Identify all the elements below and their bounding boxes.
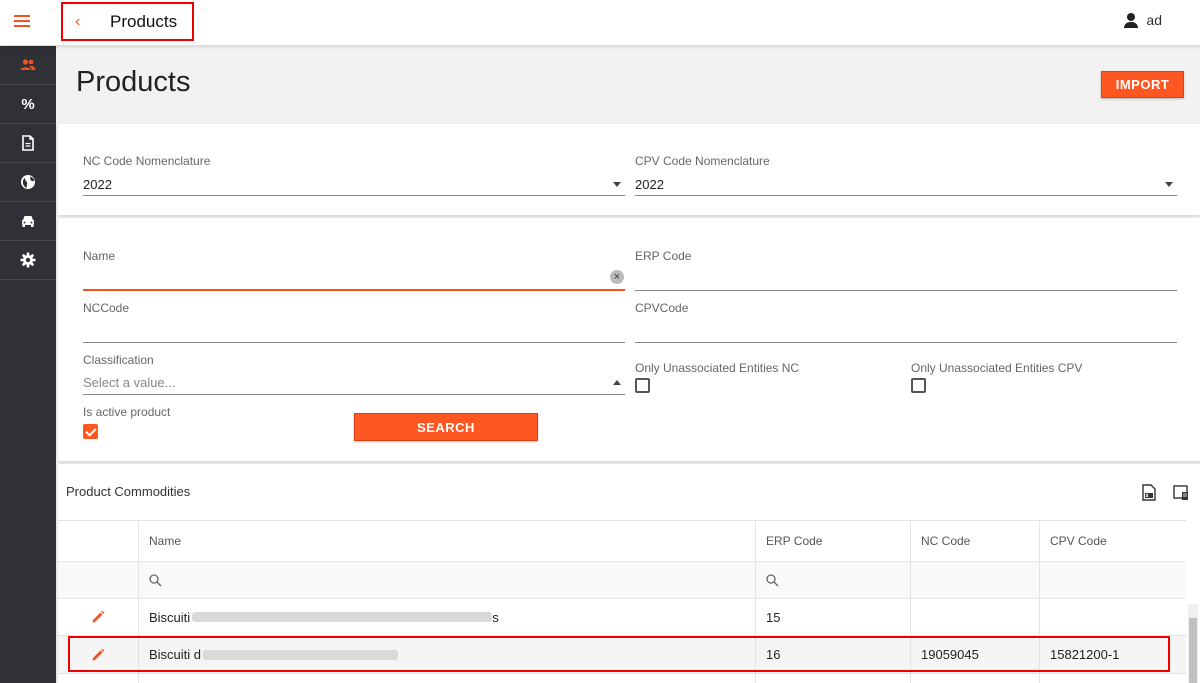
percent-icon: % [21, 95, 35, 113]
car-icon [22, 216, 34, 227]
import-button[interactable]: IMPORT [1101, 71, 1184, 98]
only-unassociated-cpv-checkbox[interactable] [911, 378, 926, 393]
cpv-code-field[interactable]: CPVCode [635, 301, 1177, 343]
column-header-cpv-code[interactable]: CPV Code [1039, 521, 1186, 561]
back-arrow-icon[interactable]: ‹ [75, 13, 80, 31]
top-bar: ‹ Products ad [0, 0, 1200, 46]
user-icon [1124, 12, 1139, 28]
classification-label: Classification [83, 353, 154, 367]
table-scrollbar[interactable] [1188, 604, 1198, 683]
nc-nomenclature-select[interactable]: NC Code Nomenclature 2022 [83, 154, 625, 196]
sidebar-item-users[interactable] [0, 46, 56, 85]
users-icon [20, 59, 36, 70]
breadcrumb: ‹ Products [61, 2, 194, 41]
column-header-erp-code[interactable]: ERP Code [755, 521, 910, 561]
only-unassociated-cpv-label: Only Unassociated Entities CPV [911, 361, 1083, 375]
sidebar-item-percent[interactable]: % [0, 85, 56, 124]
erp-code-field[interactable]: ERP Code [635, 249, 1177, 291]
sidebar-item-globe[interactable] [0, 163, 56, 202]
row-highlight-box [68, 636, 1170, 672]
chevron-down-icon [1165, 182, 1173, 187]
name-field[interactable]: Name × [83, 249, 625, 291]
sidebar-item-settings[interactable] [0, 241, 56, 280]
export-excel-icon[interactable] [1141, 484, 1157, 501]
erp-code-cell: 15 [755, 599, 910, 635]
header-title: Products [110, 12, 178, 31]
globe-icon [21, 175, 35, 189]
nc-code-label: NCCode [83, 301, 130, 315]
edit-icon[interactable] [91, 610, 105, 624]
filters-card: Name × ERP Code NCCode CPVCode Classific… [58, 218, 1200, 461]
sidebar-item-documents[interactable] [0, 124, 56, 163]
classification-placeholder: Select a value... [83, 375, 176, 390]
only-unassociated-nc-checkbox[interactable] [635, 378, 650, 393]
cpv-code-label: CPVCode [635, 301, 689, 315]
nc-nomenclature-label: NC Code Nomenclature [83, 154, 211, 168]
erp-code-label: ERP Code [635, 249, 692, 263]
table-filter-row [58, 562, 1186, 599]
table-row[interactable] [58, 674, 1186, 683]
table-header-row: Name ERP Code NC Code CPV Code [58, 520, 1186, 562]
name-label: Name [83, 249, 116, 263]
cpv-code-cell [1039, 599, 1186, 635]
cpv-nomenclature-select[interactable]: CPV Code Nomenclature 2022 [635, 154, 1177, 196]
is-active-label: Is active product [83, 405, 171, 419]
nc-code-cell [910, 599, 1039, 635]
product-grid-card: Product Commodities Name ERP Code NC Cod… [58, 464, 1200, 683]
is-active-checkbox[interactable] [83, 424, 98, 439]
classification-select[interactable]: Classification Select a value... [83, 353, 625, 395]
table-row[interactable]: Biscuiti s 15 [58, 599, 1186, 636]
column-header-nc-code[interactable]: NC Code [910, 521, 1039, 561]
erp-filter-cell[interactable] [755, 562, 910, 598]
nomenclature-card: NC Code Nomenclature 2022 CPV Code Nomen… [58, 124, 1200, 215]
cpv-nomenclature-label: CPV Code Nomenclature [635, 154, 770, 168]
nc-nomenclature-value: 2022 [83, 177, 112, 192]
gear-icon [20, 252, 36, 268]
name-cell: Biscuiti s [138, 599, 755, 635]
user-menu[interactable]: ad [1124, 12, 1162, 28]
name-filter-cell[interactable] [138, 562, 755, 598]
clear-icon[interactable]: × [610, 270, 624, 284]
search-icon [766, 573, 779, 586]
column-chooser-icon[interactable] [1173, 484, 1189, 501]
search-icon [149, 573, 162, 586]
sidebar: % [0, 46, 56, 683]
document-icon [22, 135, 34, 151]
cpv-nomenclature-value: 2022 [635, 177, 664, 192]
sidebar-item-vehicles[interactable] [0, 202, 56, 241]
menu-icon[interactable] [14, 15, 30, 27]
chevron-up-icon [613, 380, 621, 385]
grid-title: Product Commodities [66, 484, 191, 499]
column-header-name[interactable]: Name [138, 521, 755, 561]
search-button[interactable]: SEARCH [354, 413, 538, 441]
only-unassociated-nc-label: Only Unassociated Entities NC [635, 361, 800, 375]
chevron-down-icon [613, 182, 621, 187]
page-title: Products [76, 66, 191, 98]
user-name: ad [1146, 12, 1162, 28]
nc-code-field[interactable]: NCCode [83, 301, 625, 343]
